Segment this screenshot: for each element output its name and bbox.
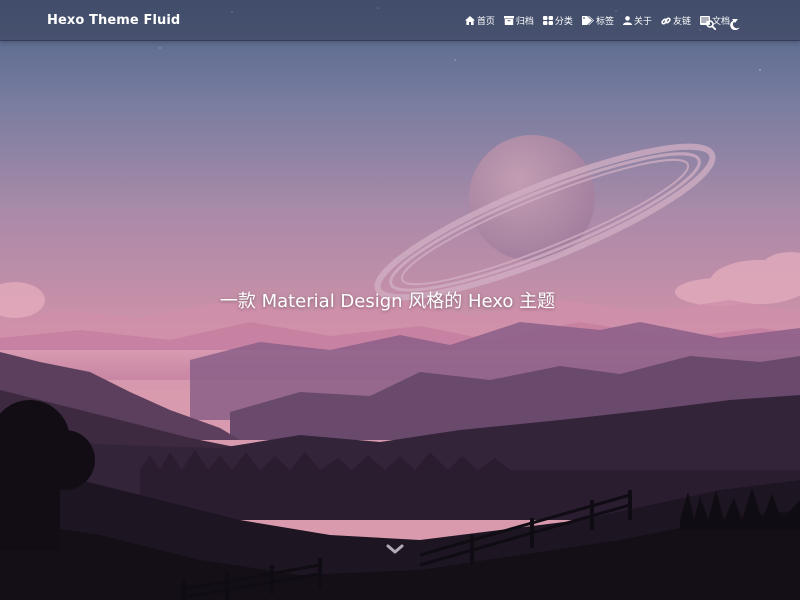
nav-item-label: 分类	[554, 17, 573, 27]
link-icon	[661, 16, 671, 25]
category-icon	[542, 16, 553, 25]
user-icon	[622, 16, 632, 25]
nav-menu: 首页 归档 分类 标签 关于 友链 文档	[456, 0, 740, 41]
dark-mode-toggle[interactable]	[730, 15, 740, 34]
nav-item-label: 友链	[672, 17, 691, 27]
archive-icon	[503, 16, 514, 25]
scroll-down-button[interactable]	[385, 542, 405, 556]
tag-icon	[581, 16, 594, 25]
nav-item-archive[interactable]: 归档	[503, 14, 534, 27]
nav-item-about[interactable]: 关于	[622, 14, 652, 27]
nav-item-home[interactable]: 首页	[464, 14, 495, 27]
moon-icon	[730, 20, 740, 31]
search-icon	[706, 20, 717, 31]
nav-item-label: 归档	[515, 17, 534, 27]
nav-item-label: 首页	[476, 17, 495, 27]
search-button[interactable]	[706, 15, 717, 34]
top-navbar: Hexo Theme Fluid 首页 归档 分类 标签 关于 友链 文档	[0, 0, 800, 41]
home-icon	[464, 16, 475, 25]
nav-item-label: 标签	[595, 17, 614, 27]
nav-item-label: 关于	[633, 17, 652, 27]
nav-item-category[interactable]: 分类	[542, 14, 573, 27]
nav-item-tags[interactable]: 标签	[581, 14, 614, 27]
hero-slogan: 一款 Material Design 风格的 Hexo 主题	[219, 291, 556, 312]
chevron-down-icon	[386, 544, 404, 554]
brand-logo-link[interactable]: Hexo Theme Fluid	[47, 13, 180, 28]
nav-item-links[interactable]: 友链	[661, 14, 691, 27]
